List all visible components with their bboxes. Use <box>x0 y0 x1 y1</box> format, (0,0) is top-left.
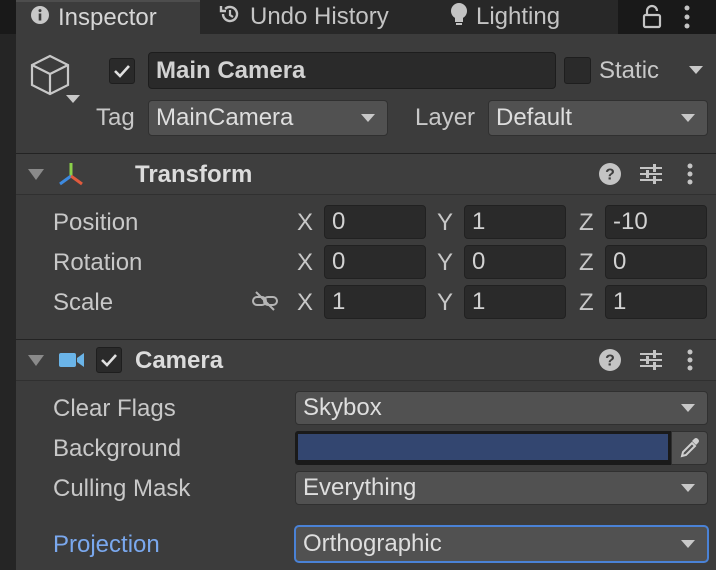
rotation-label: Rotation <box>53 249 143 276</box>
chevron-down-icon <box>681 540 695 548</box>
eyedropper-icon <box>680 438 699 458</box>
axis-y-label[interactable]: Y <box>437 289 453 317</box>
clear-flags-value: Skybox <box>303 394 382 421</box>
rotation-y-field[interactable]: 0 <box>464 245 566 279</box>
clear-flags-label: Clear Flags <box>53 395 176 422</box>
transform-title: Transform <box>135 161 253 188</box>
axis-y-label[interactable]: Y <box>437 249 453 277</box>
rotation-z-field[interactable]: 0 <box>605 245 707 279</box>
scale-label: Scale <box>53 289 114 316</box>
background-color-fill <box>298 434 668 460</box>
transform-presets-icon[interactable] <box>638 162 664 191</box>
gameobject-name-field[interactable]: Main Camera <box>148 52 556 89</box>
layer-dropdown[interactable]: Default <box>488 100 708 136</box>
culling-mask-value: Everything <box>303 474 417 501</box>
clear-flags-dropdown[interactable]: Skybox <box>295 391 708 425</box>
scale-y-field[interactable]: 1 <box>464 285 566 319</box>
tab-inspector-label: Inspector <box>58 4 157 31</box>
constrain-proportions-link-icon[interactable] <box>251 289 279 318</box>
chevron-down-icon <box>681 404 695 412</box>
svg-text:?: ? <box>605 167 615 184</box>
tag-dropdown-value: MainCamera <box>156 104 294 131</box>
scale-x-field[interactable]: 1 <box>324 285 426 319</box>
axis-x-label[interactable]: X <box>297 209 313 237</box>
icon-picker-caret-icon[interactable] <box>66 95 80 103</box>
axis-z-label[interactable]: Z <box>579 209 594 237</box>
culling-mask-dropdown[interactable]: Everything <box>295 471 708 505</box>
camera-enabled-checkbox[interactable] <box>96 347 122 373</box>
static-checkbox[interactable] <box>564 57 591 84</box>
svg-text:?: ? <box>605 353 615 370</box>
static-dropdown-caret-icon[interactable] <box>689 66 703 74</box>
eyedropper-button[interactable] <box>671 431 708 465</box>
rotation-x-field[interactable]: 0 <box>324 245 426 279</box>
position-x-field[interactable]: 0 <box>324 205 426 239</box>
position-y-field[interactable]: 1 <box>464 205 566 239</box>
tab-undo-history[interactable]: Undo History <box>200 0 428 34</box>
scale-z-field[interactable]: 1 <box>605 285 707 319</box>
culling-mask-label: Culling Mask <box>53 475 191 502</box>
tag-label: Tag <box>96 104 135 131</box>
camera-presets-icon[interactable] <box>638 348 664 377</box>
info-icon <box>30 4 50 32</box>
position-label: Position <box>53 209 139 236</box>
divider <box>16 380 716 381</box>
layer-dropdown-value: Default <box>496 104 573 131</box>
gameobject-active-checkbox[interactable] <box>109 58 135 84</box>
position-z-field[interactable]: -10 <box>605 205 707 239</box>
axis-x-label[interactable]: X <box>297 249 313 277</box>
static-label: Static <box>599 57 660 84</box>
projection-label: Projection <box>53 531 160 558</box>
tab-lighting-label: Lighting <box>476 3 561 30</box>
tab-menu-kebab-icon[interactable] <box>680 4 694 35</box>
background-color-swatch[interactable] <box>295 431 671 465</box>
tag-dropdown[interactable]: MainCamera <box>148 100 388 136</box>
camera-help-icon[interactable]: ? <box>598 348 622 377</box>
tab-inspector[interactable]: Inspector <box>16 0 200 34</box>
projection-value: Orthographic <box>303 530 442 557</box>
projection-dropdown[interactable]: Orthographic <box>295 526 708 562</box>
transform-axes-icon <box>56 160 86 195</box>
left-edge-strip <box>0 34 16 570</box>
checkmark-icon <box>114 65 130 78</box>
chevron-down-icon <box>681 484 695 492</box>
camera-component-icon <box>58 348 86 377</box>
camera-title: Camera <box>135 347 224 374</box>
transform-menu-kebab-icon[interactable] <box>683 162 697 193</box>
axis-z-label[interactable]: Z <box>579 289 594 317</box>
chevron-down-icon <box>361 114 375 122</box>
camera-menu-kebab-icon[interactable] <box>683 348 697 379</box>
axis-y-label[interactable]: Y <box>437 209 453 237</box>
chevron-down-icon <box>681 114 695 122</box>
axis-z-label[interactable]: Z <box>579 249 594 277</box>
tab-lighting[interactable]: Lighting <box>428 0 618 34</box>
camera-foldout-icon[interactable] <box>28 355 44 366</box>
lightbulb-icon <box>450 2 468 33</box>
history-icon <box>218 2 242 33</box>
background-label: Background <box>53 435 182 462</box>
layer-label: Layer <box>415 104 476 131</box>
checkmark-icon <box>101 354 117 367</box>
transform-foldout-icon[interactable] <box>28 169 44 180</box>
transform-help-icon[interactable]: ? <box>598 162 622 191</box>
axis-x-label[interactable]: X <box>297 289 313 317</box>
lock-icon[interactable] <box>640 4 664 35</box>
divider <box>16 194 716 195</box>
tab-undo-history-label: Undo History <box>250 3 389 30</box>
